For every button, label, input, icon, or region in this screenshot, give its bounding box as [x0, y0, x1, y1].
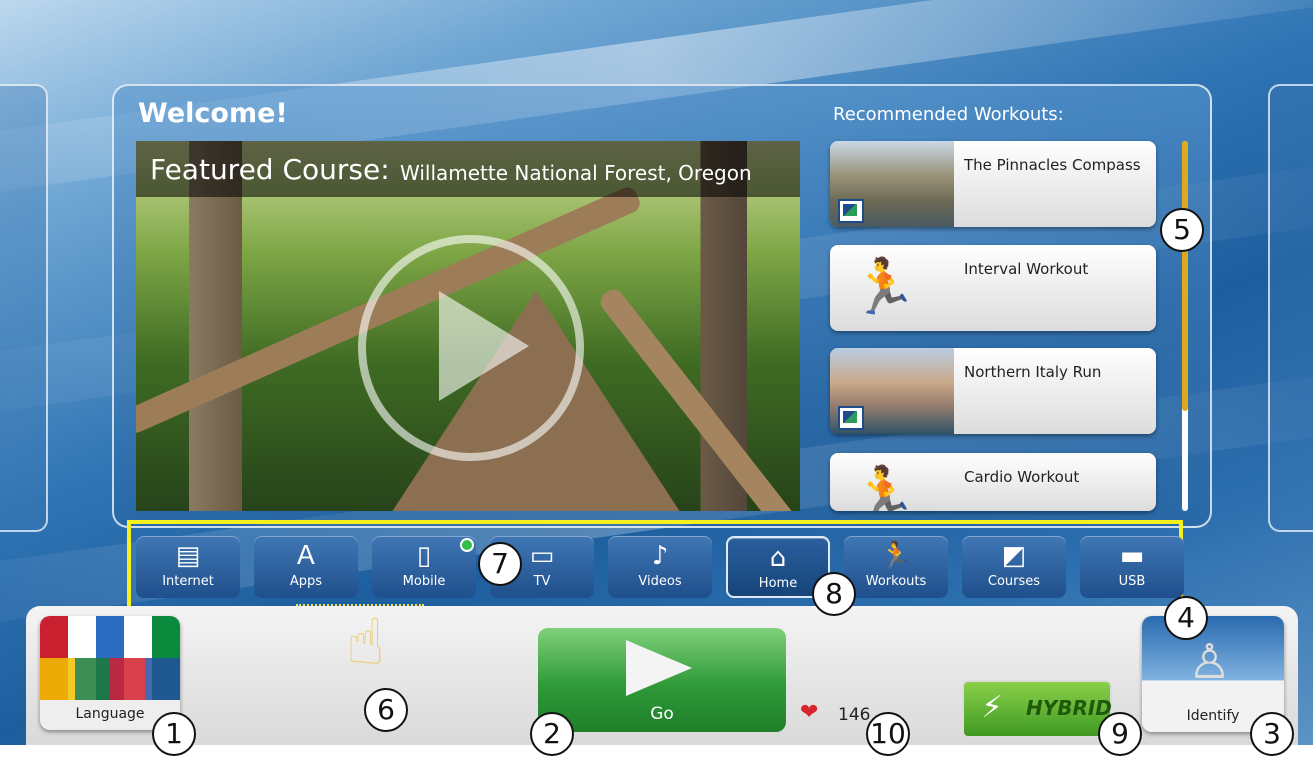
course-thumbnail	[830, 141, 954, 227]
nav-apps[interactable]: Ａ Apps	[254, 536, 358, 598]
internet-icon: ▤	[175, 541, 201, 571]
workouts-icon: 🏃	[879, 541, 913, 571]
featured-banner: Featured Course: Willamette National For…	[136, 141, 800, 197]
nav-label: Apps	[289, 574, 323, 589]
hybrid-button[interactable]: ⚡ HYBRID	[962, 680, 1112, 738]
right-panel-peek[interactable]	[1268, 84, 1313, 532]
callout-1: 1	[152, 712, 196, 756]
nav-label: Courses	[987, 574, 1041, 589]
usb-icon: ▬	[1119, 541, 1145, 571]
heart-icon: ❤	[800, 700, 819, 725]
nav-label: USB	[1118, 574, 1146, 589]
course-thumbnail	[830, 348, 954, 434]
runner-icon: 🏃	[850, 255, 918, 318]
scroll-thumb[interactable]	[1182, 141, 1188, 411]
featured-course-name: Willamette National Forest, Oregon	[400, 161, 752, 185]
recommended-item-label: Cardio Workout	[964, 468, 1080, 486]
callout-2: 2	[530, 712, 574, 756]
recommended-title: Recommended Workouts:	[833, 104, 1064, 125]
course-logo-icon	[838, 406, 864, 430]
mobile-status-dot	[460, 538, 474, 552]
nav-workouts[interactable]: 🏃 Workouts	[844, 536, 948, 598]
recommended-item-label: Interval Workout	[964, 260, 1089, 278]
play-icon	[439, 291, 529, 401]
recommended-item[interactable]: Northern Italy Run	[830, 348, 1156, 434]
callout-7: 7	[478, 542, 522, 586]
apps-icon: Ａ	[292, 541, 319, 571]
callout-10: 10	[866, 712, 910, 756]
go-arrow-icon	[626, 640, 692, 696]
plug-icon: ⚡	[981, 690, 1003, 725]
recommended-item[interactable]: The Pinnacles Compass	[830, 141, 1156, 227]
nav-label: Videos	[638, 574, 682, 589]
go-button[interactable]: Go	[538, 628, 786, 732]
courses-icon: ◩	[1001, 541, 1027, 571]
featured-label: Featured Course:	[150, 153, 390, 186]
go-label: Go	[650, 704, 674, 724]
nav-courses[interactable]: ◩ Courses	[962, 536, 1066, 598]
callout-6: 6	[364, 688, 408, 732]
callout-8: 8	[812, 572, 856, 616]
nav-usb[interactable]: ▬ USB	[1080, 536, 1184, 598]
welcome-heading: Welcome!	[138, 98, 288, 129]
nav-label: Workouts	[865, 574, 927, 589]
language-button[interactable]: Language	[40, 616, 180, 730]
recommended-item[interactable]: 🏃 Cardio Workout	[830, 453, 1156, 511]
callout-4: 4	[1164, 596, 1208, 640]
featured-video[interactable]: Featured Course: Willamette National For…	[136, 141, 800, 511]
recommended-item-label: The Pinnacles Compass	[964, 156, 1141, 174]
person-icon: ♙	[1188, 634, 1232, 690]
nav-label: Mobile	[402, 574, 446, 589]
nav-label: Internet	[162, 574, 214, 589]
callout-5: 5	[1160, 208, 1204, 252]
left-panel-peek[interactable]	[0, 84, 48, 532]
videos-icon: ♪	[651, 541, 669, 571]
flags-icon	[40, 616, 180, 700]
home-icon: ⌂	[769, 543, 787, 573]
nav-internet[interactable]: ▤ Internet	[136, 536, 240, 598]
swipe-hand-icon: ☝	[346, 606, 385, 680]
heart-rate-value: 146	[838, 705, 871, 725]
nav-videos[interactable]: ♪ Videos	[608, 536, 712, 598]
callout-9: 9	[1098, 712, 1142, 756]
hybrid-label: HYBRID	[1026, 696, 1112, 720]
recommended-item-label: Northern Italy Run	[964, 363, 1102, 381]
runner-icon: 🏃	[850, 463, 918, 512]
recommended-item[interactable]: 🏃 Interval Workout	[830, 245, 1156, 331]
callout-3: 3	[1250, 712, 1294, 756]
course-logo-icon	[838, 199, 864, 223]
